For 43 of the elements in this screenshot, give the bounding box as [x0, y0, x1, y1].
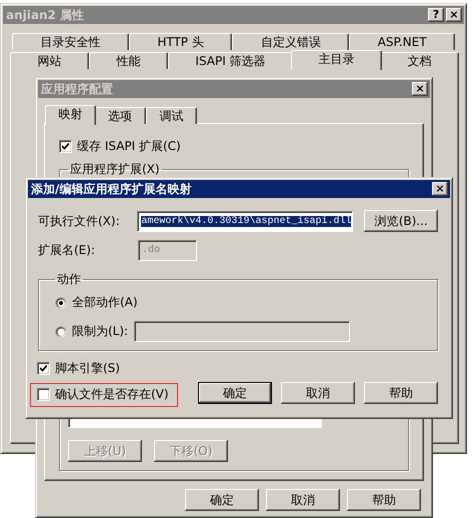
group-title: 动作	[56, 271, 82, 288]
window-title: anjian2 属性	[6, 6, 86, 24]
dialog-button[interactable]: 取消	[281, 382, 355, 404]
checkbox[interactable]	[59, 140, 72, 153]
checkbox-label: 确认文件是否存在(V)	[55, 386, 169, 403]
close-button[interactable]: ×	[412, 82, 428, 96]
dialog-button[interactable]: 取消	[266, 489, 340, 511]
checkbox-label: 脚本引擎(S)	[55, 360, 120, 377]
tab[interactable]: 自定义错误	[232, 33, 350, 50]
radio-button[interactable]	[55, 296, 67, 308]
tab[interactable]: 性能	[88, 52, 168, 69]
check-icon	[62, 143, 69, 150]
dialog-button[interactable]: 帮助	[364, 382, 438, 404]
dialog-button[interactable]: 帮助	[347, 489, 421, 511]
window-title: 添加/编辑应用程序扩展名映射	[31, 180, 192, 198]
field-label: 扩展名(E):	[38, 242, 96, 259]
dialog-button[interactable]: 确定	[198, 382, 272, 404]
browse-button[interactable]: 浏览(B)...	[364, 210, 438, 232]
radio-label: 全部动作(A)	[72, 294, 138, 311]
tab[interactable]: 映射	[45, 105, 96, 125]
checkbox[interactable]	[37, 388, 50, 401]
close-button[interactable]: ×	[446, 8, 462, 22]
close-button[interactable]: ×	[432, 182, 448, 196]
tab[interactable]: 文档	[380, 52, 460, 69]
radio-label: 限制为(L):	[72, 323, 128, 340]
checkbox[interactable]	[37, 362, 50, 375]
field-label: 可执行文件(X):	[38, 212, 121, 230]
tab[interactable]: 选项	[94, 107, 146, 124]
tab[interactable]: ISAPI 筛选器	[168, 52, 294, 69]
check-icon	[40, 365, 47, 372]
tab[interactable]: HTTP 头	[128, 33, 232, 50]
tab[interactable]: 目录安全性	[12, 33, 129, 50]
tab[interactable]: 调试	[146, 107, 197, 124]
radio-button[interactable]	[55, 326, 67, 338]
tab[interactable]: 网站	[10, 52, 89, 69]
tab[interactable]: 主目录	[291, 50, 382, 70]
dialog-button[interactable]: 确定	[185, 489, 259, 511]
help-button[interactable]: ?	[428, 8, 444, 22]
group-title: 应用程序扩展(X)	[69, 161, 161, 178]
checkbox-label: 缓存 ISAPI 扩展(C)	[77, 138, 181, 155]
window-title: 应用程序配置	[41, 80, 114, 98]
input-field[interactable]: amework\v4.0.30319\aspnet_isapi.dll	[137, 210, 354, 232]
tab[interactable]: ASP.NET	[349, 33, 455, 50]
